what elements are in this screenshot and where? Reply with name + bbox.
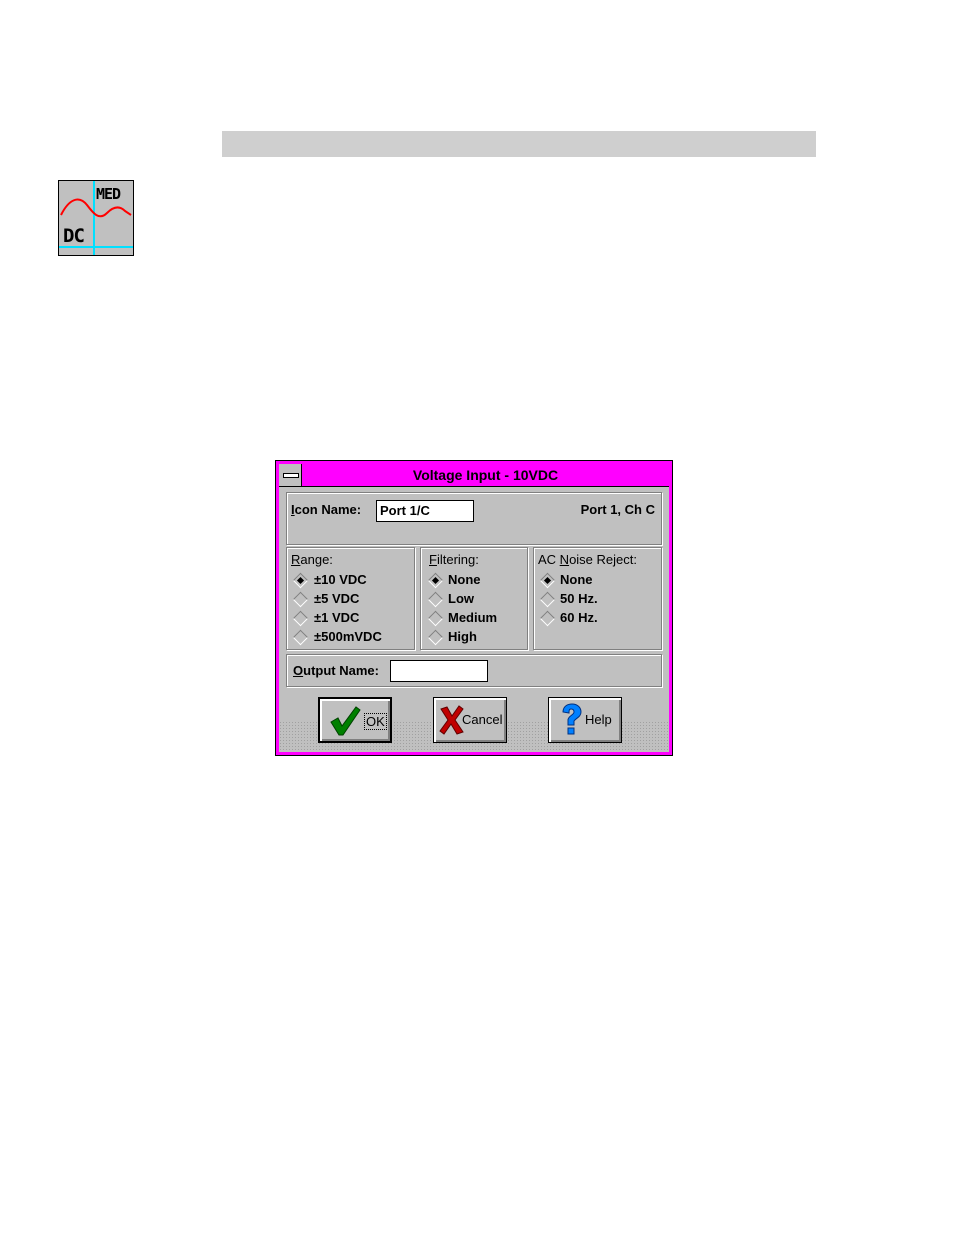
port-info-text: Port 1, Ch C (580, 502, 655, 517)
app-icon-top-label: MED (96, 185, 121, 203)
icon-name-label-text: con Name: (294, 502, 362, 517)
cancel-button[interactable]: Cancel (433, 697, 507, 743)
range-radio-0[interactable] (292, 572, 309, 589)
ac-noise-option-label[interactable]: None (560, 572, 593, 587)
range-option-label[interactable]: ±5 VDC (314, 591, 359, 606)
icon-name-input[interactable]: Port 1/C (376, 500, 474, 522)
filtering-option-label[interactable]: None (448, 572, 481, 587)
filtering-option-label[interactable]: Medium (448, 610, 497, 625)
section-header-bar (222, 131, 816, 157)
system-menu-button[interactable] (279, 464, 302, 486)
voltage-input-dialog: Voltage Input - 10VDC Icon Name: Port 1/… (275, 460, 673, 756)
range-option-label[interactable]: ±1 VDC (314, 610, 359, 625)
filtering-radio-3[interactable] (427, 629, 444, 646)
filtering-radio-1[interactable] (427, 591, 444, 608)
ac-noise-radio-2[interactable] (539, 610, 556, 627)
filtering-label: Filtering: (429, 552, 479, 567)
ok-button[interactable]: OK (318, 697, 392, 743)
filtering-radio-2[interactable] (427, 610, 444, 627)
range-option-label[interactable]: ±10 VDC (314, 572, 367, 587)
range-radio-3[interactable] (292, 629, 309, 646)
help-button[interactable]: Help (548, 697, 622, 743)
cancel-button-label: Cancel (462, 712, 503, 727)
dialog-title: Voltage Input - 10VDC (412, 467, 559, 483)
output-name-input[interactable] (390, 660, 488, 682)
help-button-label: Help (585, 712, 612, 727)
output-name-label: Output Name: (293, 663, 379, 678)
icon-name-label: Icon Name: (291, 502, 362, 517)
voltage-input-app-icon[interactable]: MED DC (58, 180, 134, 256)
filtering-radio-0[interactable] (427, 572, 444, 589)
output-name-panel: Output Name: (286, 654, 662, 687)
filtering-option-label[interactable]: High (448, 629, 477, 644)
filtering-panel: Filtering: None Low Medium High (420, 547, 528, 650)
icon-name-panel: Icon Name: Port 1/C Port 1, Ch C (286, 492, 662, 545)
range-label: Range: (291, 552, 333, 567)
filtering-option-label[interactable]: Low (448, 591, 474, 606)
dialog-client-area: Icon Name: Port 1/C Port 1, Ch C Range: … (279, 487, 669, 752)
range-option-label[interactable]: ±500mVDC (314, 629, 382, 644)
minus-icon (283, 473, 299, 478)
ac-noise-radio-0[interactable] (539, 572, 556, 589)
ac-noise-option-label[interactable]: 50 Hz. (560, 591, 598, 606)
checkmark-icon (330, 706, 361, 736)
ac-noise-label: AC Noise Reject: (538, 552, 637, 567)
ac-noise-option-label[interactable]: 60 Hz. (560, 610, 598, 625)
ac-noise-panel: AC Noise Reject: None 50 Hz. 60 Hz. (533, 547, 662, 650)
ok-button-label: OK (364, 713, 387, 730)
range-panel: Range: ±10 VDC ±5 VDC ±1 VDC ±500mVDC (286, 547, 415, 650)
range-radio-1[interactable] (292, 591, 309, 608)
question-mark-icon (562, 703, 582, 735)
app-icon-bottom-label: DC (63, 225, 85, 247)
range-radio-2[interactable] (292, 610, 309, 627)
title-bar: Voltage Input - 10VDC (279, 464, 669, 487)
ac-noise-radio-1[interactable] (539, 591, 556, 608)
